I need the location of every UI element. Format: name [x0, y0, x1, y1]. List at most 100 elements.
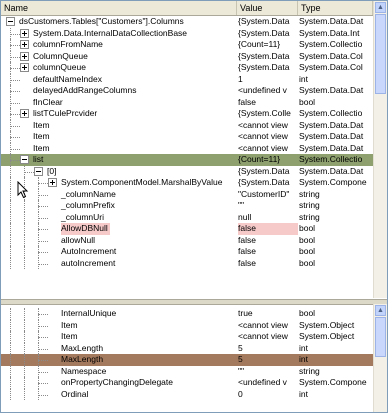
value-cell[interactable]: 5	[238, 354, 298, 366]
value-cell[interactable]: <cannot view	[238, 120, 298, 132]
header-name[interactable]: Name	[1, 1, 237, 15]
top-scrollbar[interactable]: ▲	[373, 1, 387, 298]
tree-row[interactable]: onPropertyChangingDelegate <undefined v Sy…	[1, 377, 373, 389]
expand-icon[interactable]	[20, 28, 29, 38]
type-cell: System.Object	[299, 331, 355, 341]
tree-branch-line	[10, 68, 20, 69]
expand-icon[interactable]	[48, 178, 57, 187]
header-value[interactable]: Value	[237, 1, 298, 15]
type-cell: System.Collectio	[299, 154, 363, 164]
value-cell[interactable]: {System.Data	[238, 62, 298, 74]
tree-row[interactable]: autoIncrement false bool	[1, 257, 373, 270]
tree-row[interactable]: Item <cannot view System.Object	[1, 331, 373, 343]
tree-row[interactable]: [0] {System.Data System.Data.Dat	[1, 165, 373, 178]
value-cell[interactable]: <cannot view	[238, 143, 298, 155]
tree-branch-line	[38, 371, 48, 373]
tree-row[interactable]: _columnPrefix "" string	[1, 200, 373, 212]
value-cell[interactable]: null	[238, 212, 298, 224]
value-cell[interactable]: <undefined v	[238, 85, 298, 97]
scroll-up-arrow-icon[interactable]: ▲	[375, 2, 386, 13]
tree-guide-line	[10, 342, 11, 354]
name-cell: autoIncrement	[1, 257, 235, 269]
tree-row[interactable]: columnFromName {Count=11} System.Collectio	[1, 39, 373, 51]
value-cell[interactable]: {System.Colle	[238, 108, 298, 120]
scroll-thumb[interactable]	[375, 317, 386, 357]
value-cell[interactable]: {System.Data	[238, 28, 298, 40]
header-type[interactable]: Type	[298, 1, 373, 15]
value-cell[interactable]: {System.Data	[238, 16, 298, 28]
value-cell[interactable]: {Count=11}	[238, 39, 298, 51]
tree-row[interactable]: listTCulePrcvider {System.Colle System.Col…	[1, 108, 373, 120]
tree-row[interactable]: Item <cannot view System.Data.Dat	[1, 131, 373, 143]
value-cell[interactable]: {Count=11}	[238, 154, 298, 166]
tree-guide-line	[10, 354, 11, 366]
tree-row[interactable]: columnQueue {System.Data System.Data.Col	[1, 62, 373, 74]
value-cell[interactable]: ""	[238, 200, 298, 212]
item-name: columnFromName	[33, 39, 103, 49]
watch-window: Name Value Type dsCustomers.Tables["Cust…	[0, 0, 388, 413]
tree-row[interactable]: MaxLength 5 int	[1, 342, 373, 355]
tree-row[interactable]: System.ComponentModel.MarshalByValue {Sys…	[1, 177, 373, 189]
value-cell[interactable]: true	[238, 308, 298, 320]
tree-guide-line	[24, 365, 25, 377]
name-cell: MaxLength	[1, 342, 235, 354]
tree-guide-line	[10, 211, 11, 223]
type-cell: System.Object	[299, 319, 355, 330]
collapse-icon[interactable]	[34, 166, 43, 176]
tree-row[interactable]: ColumnQueue {System.Data System.Data.Col	[1, 50, 373, 63]
bottom-scrollbar[interactable]: ▲	[373, 304, 387, 412]
value-cell[interactable]: "CustomerID"	[238, 189, 298, 201]
tree-row[interactable]: Namespace "" string	[1, 365, 373, 378]
tree-row[interactable]: MaxLength 5 int	[1, 354, 373, 366]
collapse-icon[interactable]	[6, 17, 15, 26]
tree-branch-line	[38, 240, 48, 242]
tree-row[interactable]: AutoIncrement false bool	[1, 246, 373, 258]
tree-row[interactable]: Ordinal 0 int	[1, 388, 373, 401]
expand-icon[interactable]	[20, 51, 29, 61]
tree-row[interactable]: dsCustomers.Tables["Customers"].Columns {…	[1, 16, 373, 28]
tree-guide-line	[24, 246, 25, 258]
tree-row[interactable]: Item <cannot view System.Object	[1, 319, 373, 332]
value-cell[interactable]: false	[238, 258, 298, 270]
value-cell[interactable]: <cannot view	[238, 331, 298, 343]
type-cell: System.Data.Col	[299, 50, 363, 61]
tree-row[interactable]: System.Data.InternalDataCollectionBase {S…	[1, 27, 373, 40]
tree-row[interactable]: _columnName "CustomerID" string	[1, 188, 373, 201]
scroll-thumb[interactable]	[375, 14, 386, 94]
value-cell[interactable]: {System.Data	[238, 166, 298, 178]
value-cell[interactable]: false	[238, 223, 298, 235]
tree-row[interactable]: fInClear false bool	[1, 96, 373, 109]
value-cell[interactable]: <cannot view	[238, 320, 298, 332]
value-cell[interactable]: 1	[238, 74, 298, 86]
value-cell[interactable]: false	[238, 97, 298, 109]
value-cell[interactable]: ""	[238, 366, 298, 378]
value-cell[interactable]: false	[238, 235, 298, 247]
tree-row[interactable]: _columnUri null string	[1, 211, 373, 224]
tree-guide-line	[24, 234, 25, 246]
tree-row[interactable]: Item <cannot view System.Data.Dat	[1, 119, 373, 132]
value-cell[interactable]: <undefined v	[238, 377, 298, 389]
value-cell[interactable]: 5	[238, 343, 298, 355]
tree-row[interactable]: InternalUnique true bool	[1, 308, 373, 320]
tree-row[interactable]: delayedAddRangeColumns <undefined v System…	[1, 85, 373, 97]
value-cell[interactable]: {System.Data	[238, 51, 298, 63]
tree-row[interactable]: Item <cannot view System.Data.Dat	[1, 142, 373, 155]
expand-icon[interactable]	[20, 109, 29, 118]
tree-row[interactable]: defaultNameIndex 1 int	[1, 73, 373, 86]
column-header: Name Value Type	[1, 1, 373, 16]
item-name: [0]	[47, 165, 57, 176]
value-cell[interactable]: 0	[238, 389, 298, 401]
value-cell[interactable]: <cannot view	[238, 131, 298, 143]
tree-row[interactable]: list {Count=11} System.Collectio	[1, 154, 373, 166]
tree-row[interactable]: allowNull false bool	[1, 234, 373, 247]
tree-row[interactable]: AllowDBNull false bool	[1, 223, 373, 235]
value-cell[interactable]: false	[238, 246, 298, 258]
expand-icon[interactable]	[20, 40, 29, 49]
expand-icon[interactable]	[20, 63, 29, 72]
tree-guide-line	[24, 308, 25, 320]
pane-splitter[interactable]	[1, 299, 387, 305]
value-cell[interactable]: {System.Data	[238, 177, 298, 189]
scroll-up-arrow-icon[interactable]: ▲	[375, 305, 386, 316]
tree-guide-line	[24, 319, 25, 331]
collapse-icon[interactable]	[20, 155, 29, 164]
